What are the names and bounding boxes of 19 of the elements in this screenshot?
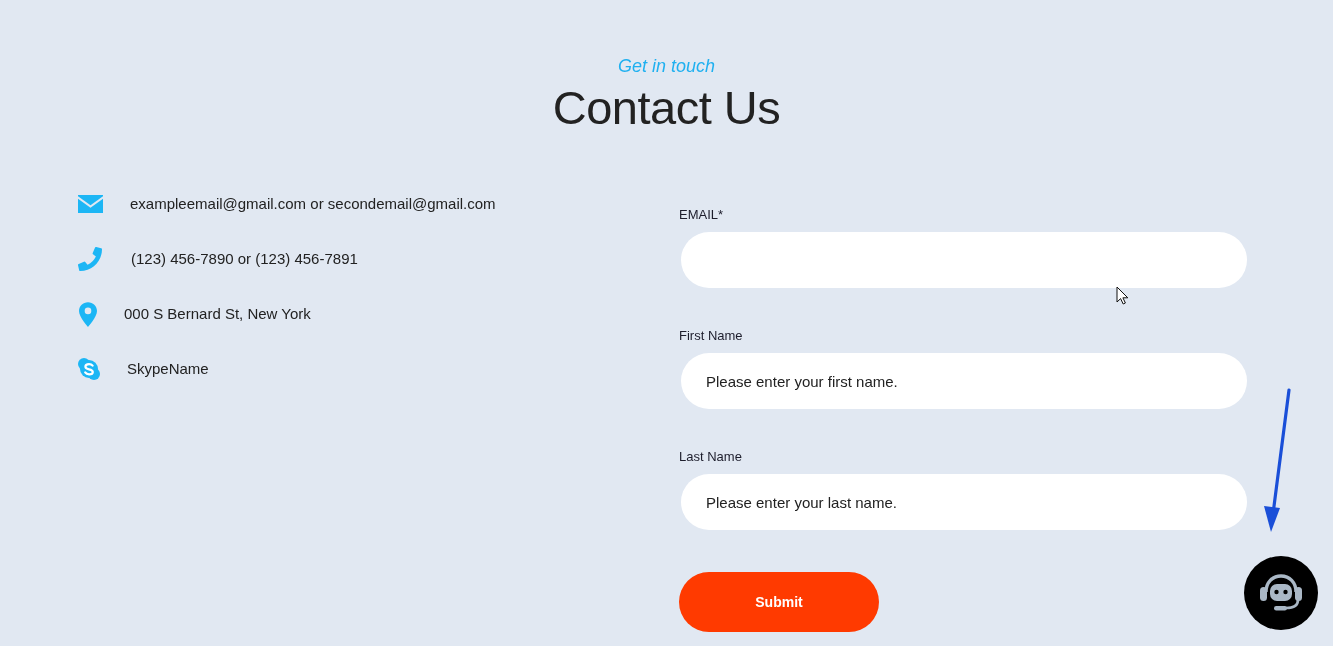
field-label: First Name <box>679 328 743 344</box>
submit-button[interactable]: Submit <box>679 572 879 632</box>
envelope-icon <box>78 195 103 213</box>
phone-icon <box>78 247 102 271</box>
contact-address-text: 000 S Bernard St, New York <box>124 305 311 323</box>
field-label: Last Name <box>679 449 742 465</box>
contact-skype-text: SkypeName <box>127 360 209 378</box>
input-field[interactable]: Please enter your first name. <box>681 353 1247 409</box>
input-field[interactable] <box>681 232 1247 288</box>
contact-phone-text: (123) 456-7890 or (123) 456-7891 <box>131 250 358 268</box>
map-pin-icon <box>79 301 97 327</box>
field-label: EMAIL* <box>679 207 724 223</box>
contact-email-text: exampleemail@gmail.com or secondemail@gmail.com <box>130 195 496 213</box>
robot-headset-icon <box>1258 573 1304 613</box>
input-field[interactable]: Please enter your last name. <box>681 474 1247 530</box>
page-title: Contact Us <box>552 82 781 134</box>
section-eyebrow: Get in touch <box>617 56 716 76</box>
skype-icon <box>78 358 100 380</box>
mouse-cursor-icon <box>1116 286 1129 305</box>
